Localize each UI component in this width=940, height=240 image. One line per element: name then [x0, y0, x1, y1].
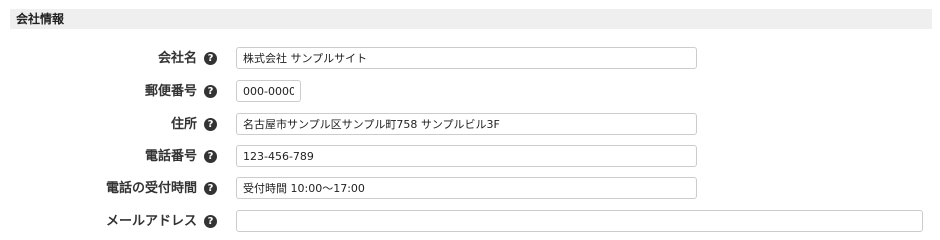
- question-circle-icon[interactable]: ?: [204, 118, 217, 131]
- email-input[interactable]: [236, 210, 923, 232]
- phone-hours-label: 電話の受付時間: [105, 181, 197, 196]
- email-label: メールアドレス: [105, 214, 197, 229]
- section-title: 会社情報: [16, 12, 65, 26]
- phone-label: 電話番号: [144, 149, 197, 164]
- section-header: 会社情報: [10, 9, 932, 29]
- form-row-address: 住所 ?: [0, 113, 940, 137]
- question-circle-icon[interactable]: ?: [204, 52, 217, 65]
- company-name-input[interactable]: [236, 47, 697, 69]
- form-row-phone-hours: 電話の受付時間 ?: [0, 177, 940, 201]
- company-name-label: 会社名: [157, 51, 197, 66]
- form-row-email: メールアドレス ?: [0, 210, 940, 234]
- address-label: 住所: [170, 117, 197, 132]
- question-circle-icon[interactable]: ?: [204, 182, 217, 195]
- phone-hours-input[interactable]: [236, 177, 697, 199]
- form-row-postal-code: 郵便番号 ?: [0, 80, 940, 104]
- form-row-phone: 電話番号 ?: [0, 145, 940, 169]
- question-circle-icon[interactable]: ?: [204, 215, 217, 228]
- phone-input[interactable]: [236, 145, 697, 167]
- question-circle-icon[interactable]: ?: [204, 85, 217, 98]
- question-circle-icon[interactable]: ?: [204, 150, 217, 163]
- address-input[interactable]: [236, 113, 697, 135]
- postal-code-label: 郵便番号: [144, 84, 197, 99]
- form-row-company-name: 会社名 ?: [0, 47, 940, 71]
- postal-code-input[interactable]: [236, 80, 301, 102]
